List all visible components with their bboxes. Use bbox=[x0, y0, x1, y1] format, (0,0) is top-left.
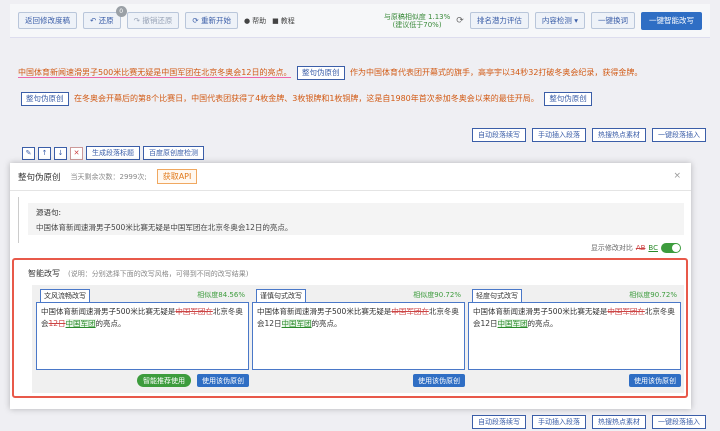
divider bbox=[18, 197, 19, 243]
sentence-1[interactable]: 中国体育新闻速滑男子500米比赛无疑是中国军团在北京冬奥会12日的亮点。 bbox=[18, 68, 292, 78]
manual-insert-button-2[interactable]: 手动插入段落 bbox=[532, 415, 586, 429]
sentence-rewrite-tag-2[interactable]: 整句伪原创 bbox=[21, 92, 69, 106]
gen-title-button[interactable]: 生成段落标题 bbox=[86, 146, 140, 160]
diff-toggle-switch[interactable] bbox=[661, 243, 681, 253]
rewrite-card-cautious: 谨慎句式改写 相似度90.72% 中国体育新闻速滑男子500米比赛无疑是中国军团… bbox=[252, 289, 465, 389]
arrow-down-icon[interactable]: ↓ bbox=[54, 146, 67, 160]
auto-continue-button[interactable]: 自动段落续写 bbox=[472, 128, 526, 142]
rewrite-card-fluent: 文风流畅改写 相似度84.56% 中国体育新闻速滑男子500米比赛无疑是中国军团… bbox=[36, 289, 249, 389]
card-actions: 使用该伪原创 bbox=[629, 374, 681, 387]
redo-icon: ↷ bbox=[133, 16, 143, 25]
tutorial-link[interactable]: ■ 教程 bbox=[272, 16, 295, 26]
smart-rewrite-header: 智能改写 (说明：分别选择下面的改写风格，可得到不同的改写结果) bbox=[28, 269, 249, 278]
hot-topic-button[interactable]: 热搜热点素材 bbox=[592, 128, 646, 142]
redo-button[interactable]: ↷ 撤销还原 bbox=[126, 12, 180, 29]
edit-icon[interactable]: ✎ bbox=[22, 146, 35, 160]
similarity-label: 相似度90.72% bbox=[629, 291, 677, 299]
modal-header: 整句伪原创 当天剩余次数：2999次; 获取API bbox=[10, 163, 691, 191]
back-to-edit-button[interactable]: 返回修改度稿 bbox=[18, 12, 77, 29]
source-text: 中国体育新闻速滑男子500米比赛无疑是中国军团在北京冬奥会12日的亮点。 bbox=[36, 223, 293, 232]
use-rewrite-button[interactable]: 使用该伪原创 bbox=[413, 374, 465, 387]
help-link[interactable]: ● 帮助 bbox=[244, 16, 266, 26]
recommend-badge: 智能推荐使用 bbox=[137, 374, 191, 387]
rewrite-cards: 文风流畅改写 相似度84.56% 中国体育新闻速滑男子500米比赛无疑是中国军团… bbox=[32, 285, 684, 393]
paragraph-actions-top: 自动段落续写 手动插入段落 热搜热点素材 一键段落插入 bbox=[472, 128, 706, 142]
refresh-similarity-icon[interactable]: ⟳ bbox=[456, 16, 464, 26]
similarity-label: 相似度84.56% bbox=[197, 291, 245, 299]
arrow-up-icon[interactable]: ↑ bbox=[38, 146, 51, 160]
rank-potential-button[interactable]: 排名潜力评估 bbox=[469, 12, 529, 29]
document-content: 中国体育新闻速滑男子500米比赛无疑是中国军团在北京冬奥会12日的亮点。 整句伪… bbox=[18, 60, 708, 112]
baidu-check-button[interactable]: 百度原创度检测 bbox=[143, 146, 204, 160]
similarity-indicator: 与原稿相似度 1.13% (建议低于70%) bbox=[383, 12, 451, 29]
card-actions: 使用该伪原创 bbox=[413, 374, 465, 387]
delete-icon[interactable]: ✕ bbox=[70, 146, 83, 160]
one-click-replace-button[interactable]: 一键换词 bbox=[591, 12, 635, 29]
style-tab[interactable]: 轻度句式改写 bbox=[472, 289, 522, 302]
similarity-label: 相似度90.72% bbox=[413, 291, 461, 299]
close-icon[interactable]: × bbox=[673, 171, 681, 181]
source-label: 源语句: bbox=[36, 208, 62, 217]
sentence-rewrite-modal: 整句伪原创 当天剩余次数：2999次; 获取API × 源语句: 中国体育新闻速… bbox=[10, 163, 691, 409]
restart-button[interactable]: ⟳ 重新开始 bbox=[185, 12, 239, 29]
use-rewrite-button[interactable]: 使用该伪原创 bbox=[197, 374, 249, 387]
rewrite-text[interactable]: 中国体育新闻速滑男子500米比赛无疑是中国军团在北京冬奥会12日中国军团的亮点。 bbox=[252, 302, 465, 370]
card-actions: 智能推荐使用 使用该伪原创 bbox=[137, 374, 249, 387]
manual-insert-button[interactable]: 手动插入段落 bbox=[532, 128, 586, 142]
refresh-icon: ⟳ bbox=[192, 16, 202, 25]
sentence-rewrite-tag-3[interactable]: 整句伪原创 bbox=[544, 92, 592, 106]
content-check-dropdown[interactable]: 内容检测 ▾ bbox=[534, 12, 585, 29]
auto-continue-button-2[interactable]: 自动段落续写 bbox=[472, 415, 526, 429]
undo-icon: ↶ bbox=[90, 16, 99, 25]
sentence-rewrite-tag-1[interactable]: 整句伪原创 bbox=[297, 66, 345, 80]
source-sentence-box: 源语句: 中国体育新闻速滑男子500米比赛无疑是中国军团在北京冬奥会12日的亮点… bbox=[28, 203, 684, 235]
sentence-2[interactable]: 作为中国体育代表团开幕式的旗手，高亭宇以34秒32打破冬奥会纪录，获得金牌。 bbox=[350, 68, 642, 77]
use-rewrite-button[interactable]: 使用该伪原创 bbox=[629, 374, 681, 387]
smart-rewrite-button[interactable]: 一键智能改写 bbox=[641, 11, 702, 30]
rewrite-text[interactable]: 中国体育新闻速滑男子500米比赛无疑是中国军团在北京冬奥会12日中国军团的亮点。 bbox=[36, 302, 249, 370]
one-click-insert-button[interactable]: 一键段落插入 bbox=[652, 128, 706, 142]
rewrite-card-light: 轻度句式改写 相似度90.72% 中国体育新闻速滑男子500米比赛无疑是中国军团… bbox=[468, 289, 681, 389]
paragraph-actions-bottom: 自动段落续写 手动插入段落 热搜热点素材 一键段落插入 bbox=[472, 415, 706, 429]
diff-toggle-row: 显示修改对比 AB BC bbox=[591, 243, 681, 253]
hot-topic-button-2[interactable]: 热搜热点素材 bbox=[592, 415, 646, 429]
remaining-count: 当天剩余次数：2999次; bbox=[70, 172, 147, 181]
smart-rewrite-panel: 智能改写 (说明：分别选择下面的改写风格，可得到不同的改写结果) 文风流畅改写 … bbox=[12, 258, 688, 398]
style-tab[interactable]: 谨慎句式改写 bbox=[256, 289, 306, 302]
style-tab[interactable]: 文风流畅改写 bbox=[40, 289, 90, 302]
video-icon: ■ bbox=[272, 16, 279, 25]
sentence-3[interactable]: 在冬奥会开幕后的第8个比赛日，中国代表团获得了4枚金牌、3枚银牌和1枚铜牌，这是… bbox=[74, 94, 539, 103]
rewrite-text[interactable]: 中国体育新闻速滑男子500米比赛无疑是中国军团在北京冬奥会12日中国军团的亮点。 bbox=[468, 302, 681, 370]
undo-count-badge: 0 bbox=[115, 6, 127, 17]
undo-button[interactable]: ↶ 还原 0 bbox=[83, 6, 127, 29]
modal-title: 整句伪原创 bbox=[18, 172, 61, 183]
chevron-down-icon: ▾ bbox=[571, 16, 578, 25]
paragraph-mini-tools: ✎ ↑ ↓ ✕ 生成段落标题 百度原创度检测 bbox=[22, 146, 204, 160]
get-api-button[interactable]: 获取API bbox=[156, 169, 198, 184]
one-click-insert-button-2[interactable]: 一键段落插入 bbox=[652, 415, 706, 429]
help-icon: ● bbox=[244, 16, 251, 25]
editor-toolbar: 返回修改度稿 ↶ 还原 0 ↷ 撤销还原 ⟳ 重新开始 ● 帮助 ■ 教程 与原稿相… bbox=[10, 4, 710, 38]
